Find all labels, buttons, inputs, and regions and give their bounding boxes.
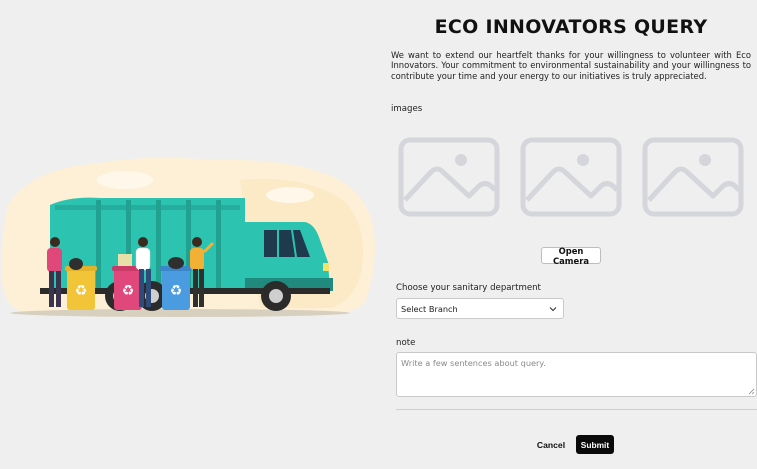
open-camera-button[interactable]: Open Camera: [541, 246, 601, 266]
department-select-value: Select Branch: [401, 303, 458, 314]
image-placeholder-icon[interactable]: [397, 136, 501, 218]
garbage-truck-illustration-svg: ♻ ♻ ♻: [1, 157, 375, 317]
query-form: ECO INNOVATORS QUERY We want to extend o…: [385, 0, 757, 469]
images-label: images: [391, 104, 423, 114]
note-label: note: [396, 338, 416, 348]
note-textarea[interactable]: Write a few sentences about query.: [396, 352, 757, 397]
garbage-truck-illustration: ♻ ♻ ♻: [0, 150, 380, 325]
submit-button[interactable]: Submit: [576, 435, 614, 454]
department-label: Choose your sanitary department: [396, 283, 541, 293]
svg-text:♻: ♻: [122, 283, 135, 299]
image-placeholder-icon[interactable]: [519, 136, 623, 218]
svg-text:♻: ♻: [170, 283, 183, 299]
page-title: ECO INNOVATORS QUERY: [434, 16, 708, 38]
resize-handle-icon[interactable]: [748, 388, 755, 395]
department-select[interactable]: Select Branch: [396, 298, 564, 319]
svg-text:♻: ♻: [75, 283, 88, 299]
image-upload-row: [397, 136, 749, 218]
note-placeholder: Write a few sentences about query.: [401, 358, 546, 368]
chevron-down-icon: [549, 307, 557, 312]
image-placeholder-icon[interactable]: [641, 136, 745, 218]
intro-text: We want to extend our heartfelt thanks f…: [391, 50, 751, 81]
cancel-button[interactable]: Cancel: [535, 437, 567, 453]
form-divider: [396, 409, 757, 410]
